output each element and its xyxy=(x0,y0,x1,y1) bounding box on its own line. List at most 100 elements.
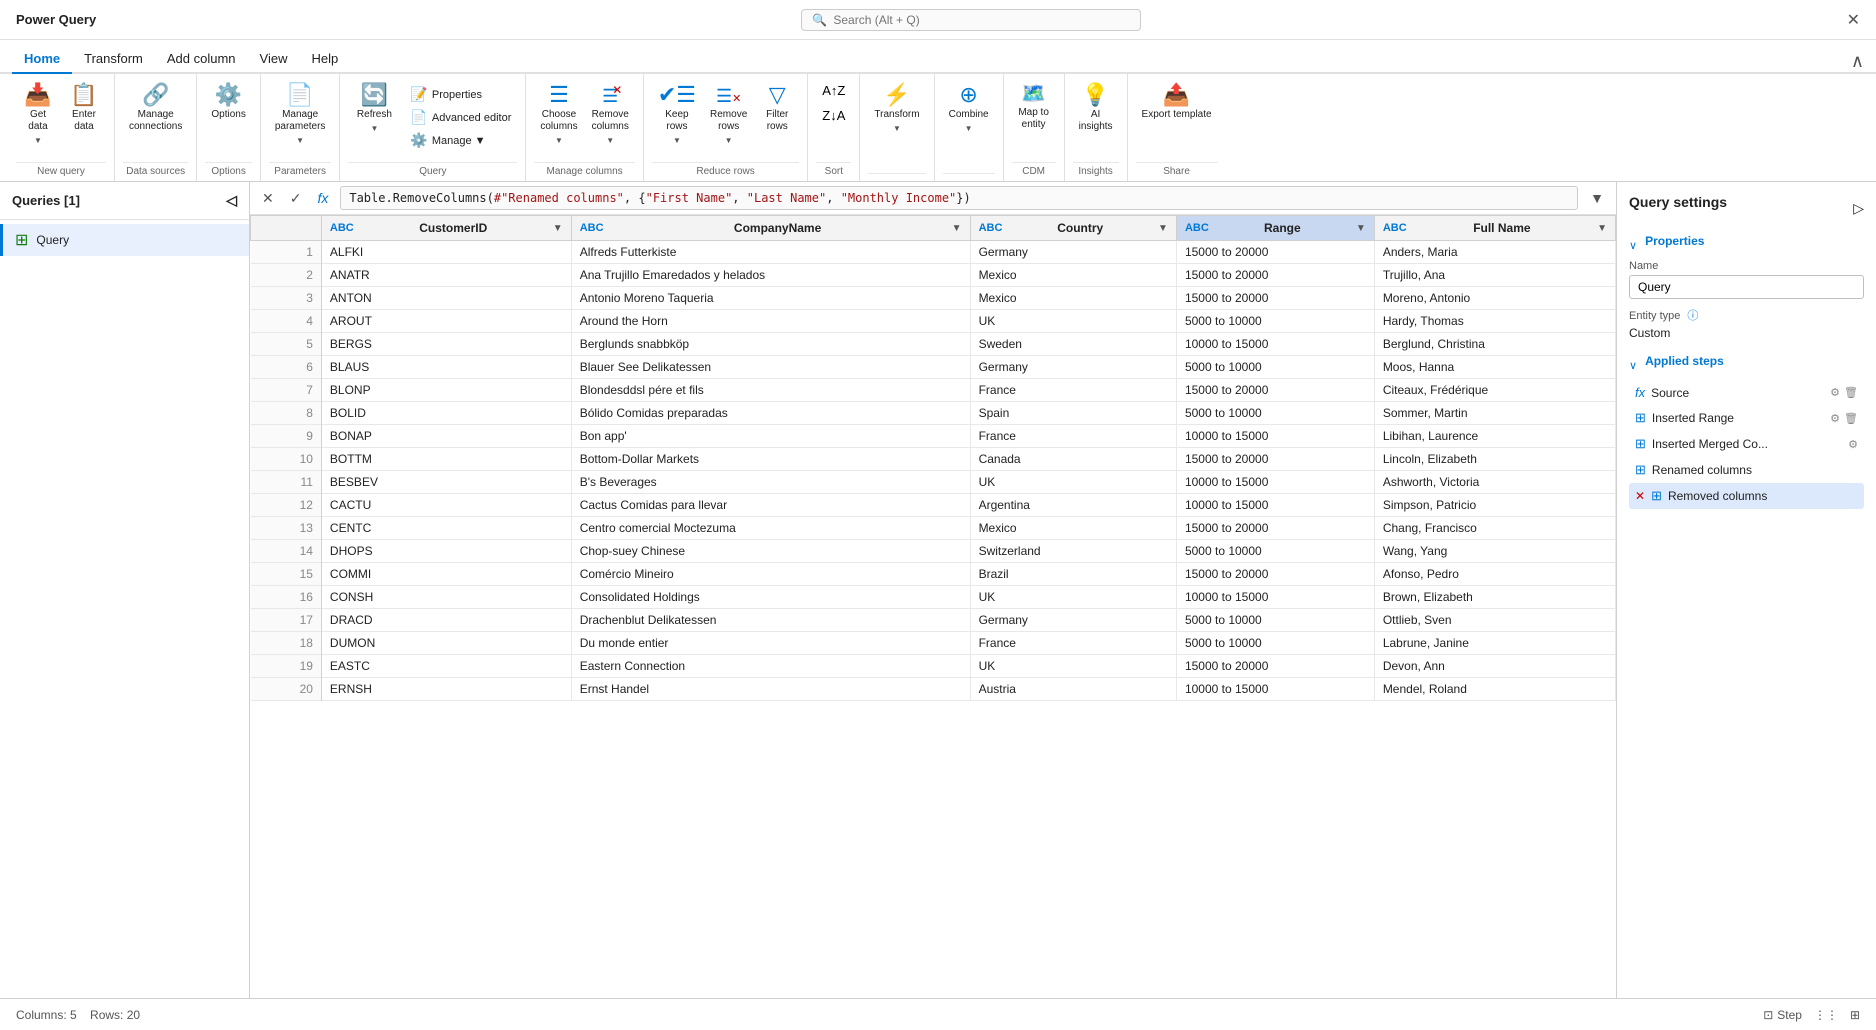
enter-data-icon: 📋 xyxy=(70,84,97,106)
ai-insights-icon: 💡 xyxy=(1082,84,1109,106)
query-item[interactable]: ⊞ Query xyxy=(0,224,249,256)
data-table: ABC CustomerID ▼ ABC CompanyName ▼ xyxy=(250,215,1616,701)
ai-insights-button[interactable]: 💡 AIinsights xyxy=(1073,80,1119,137)
properties-section: ∨ Properties Name Entity type ⓘ Custom xyxy=(1629,234,1864,340)
cell-country: UK xyxy=(970,586,1176,609)
combine-button[interactable]: ⊕ Combine ▼ xyxy=(943,80,995,137)
expand-query-settings-button[interactable]: ▷ xyxy=(1853,200,1864,217)
col-header-country[interactable]: ABC Country ▼ xyxy=(970,216,1176,241)
cell-fullname: Chang, Francisco xyxy=(1374,517,1615,540)
step-inserted-range-gear-icon[interactable]: ⚙ xyxy=(1830,412,1840,425)
cell-range: 5000 to 10000 xyxy=(1176,609,1374,632)
search-box[interactable]: 🔍 xyxy=(801,9,1141,31)
fullname-label: Full Name xyxy=(1473,221,1530,235)
step-renamed-columns[interactable]: ⊞ Renamed columns xyxy=(1629,457,1864,483)
col-header-customerid[interactable]: ABC CustomerID ▼ xyxy=(321,216,571,241)
formula-expand-button[interactable]: ▼ xyxy=(1586,188,1608,208)
choose-columns-button[interactable]: ☰ Choosecolumns ▼ xyxy=(534,80,583,149)
refresh-button[interactable]: 🔄 Refresh ▼ xyxy=(348,80,400,137)
cell-country: Mexico xyxy=(970,287,1176,310)
filter-rows-icon: ▽ xyxy=(769,84,786,106)
step-button[interactable]: ⊡ Step xyxy=(1763,1008,1802,1022)
step-inserted-range[interactable]: ⊞ Inserted Range ⚙ 🗑 xyxy=(1629,405,1864,431)
export-template-button[interactable]: 📤 Export template xyxy=(1136,80,1218,125)
remove-rows-icon: ☰✕ xyxy=(716,84,741,106)
menu-transform[interactable]: Transform xyxy=(72,45,155,74)
step-inserted-range-delete-icon[interactable]: 🗑 xyxy=(1844,412,1858,425)
ribbon-group-insights: 💡 AIinsights Insights xyxy=(1065,74,1128,181)
advanced-editor-button[interactable]: 📄 Advanced editor xyxy=(404,107,517,128)
sort-descending-button[interactable]: Z↓A xyxy=(816,105,851,126)
step-source-gear-icon[interactable]: ⚙ xyxy=(1830,386,1840,399)
cell-fullname: Wang, Yang xyxy=(1374,540,1615,563)
col-header-fullname[interactable]: ABC Full Name ▼ xyxy=(1374,216,1615,241)
menu-add-column[interactable]: Add column xyxy=(155,45,248,74)
menu-home[interactable]: Home xyxy=(12,45,72,74)
name-input[interactable] xyxy=(1629,275,1864,299)
map-to-entity-button[interactable]: 🗺️ Map toentity xyxy=(1012,80,1056,135)
cell-fullname: Brown, Elizabeth xyxy=(1374,586,1615,609)
remove-columns-button[interactable]: ☰✕ Removecolumns ▼ xyxy=(586,80,635,149)
transform-button[interactable]: ⚡ Transform ▼ xyxy=(868,80,925,137)
entity-type-info-icon[interactable]: ⓘ xyxy=(1687,310,1698,322)
cell-fullname: Hardy, Thomas xyxy=(1374,310,1615,333)
step-source[interactable]: fx Source ⚙ 🗑 xyxy=(1629,380,1864,405)
get-data-button[interactable]: 📥 Getdata ▼ xyxy=(16,80,60,149)
collapse-ribbon-button[interactable]: ∧ xyxy=(1851,51,1864,71)
close-button[interactable]: ✕ xyxy=(1847,10,1860,30)
row-num: 18 xyxy=(251,632,322,655)
fullname-filter-button[interactable]: ▼ xyxy=(1597,223,1607,234)
properties-toggle[interactable]: ∨ xyxy=(1629,239,1637,252)
ribbon-group-parameters: 📄 Manageparameters ▼ Parameters xyxy=(261,74,341,181)
manage-parameters-button[interactable]: 📄 Manageparameters ▼ xyxy=(269,80,332,149)
menu-view[interactable]: View xyxy=(248,45,300,74)
companyname-filter-button[interactable]: ▼ xyxy=(952,223,962,234)
step-inserted-merged[interactable]: ⊞ Inserted Merged Co... ⚙ xyxy=(1629,431,1864,457)
cell-customerid: BESBEV xyxy=(321,471,571,494)
col-header-range[interactable]: ABC Range ▼ xyxy=(1176,216,1374,241)
collapse-queries-button[interactable]: ◁ xyxy=(226,192,237,209)
ribbon-group-manage-columns: ☰ Choosecolumns ▼ ☰✕ Removecolumns ▼ Man… xyxy=(526,74,644,181)
cell-companyname: Antonio Moreno Taqueria xyxy=(571,287,970,310)
search-input[interactable] xyxy=(833,13,1130,27)
name-label: Name xyxy=(1629,260,1864,272)
step-removed-columns-table-icon: ⊞ xyxy=(1651,488,1662,504)
ribbon-group-label-sort: Sort xyxy=(816,162,851,181)
country-filter-button[interactable]: ▼ xyxy=(1158,223,1168,234)
step-inserted-merged-gear-icon[interactable]: ⚙ xyxy=(1848,438,1858,451)
manage-connections-button[interactable]: 🔗 Manageconnections xyxy=(123,80,188,137)
diagram-view-button[interactable]: ⋮⋮ xyxy=(1814,1008,1838,1022)
menu-help[interactable]: Help xyxy=(299,45,350,74)
range-filter-button[interactable]: ▼ xyxy=(1356,223,1366,234)
table-row: 15 COMMI Comércio Mineiro Brazil 15000 t… xyxy=(251,563,1616,586)
data-grid[interactable]: ABC CustomerID ▼ ABC CompanyName ▼ xyxy=(250,215,1616,998)
cell-companyname: Bottom-Dollar Markets xyxy=(571,448,970,471)
step-removed-columns[interactable]: ✕ ⊞ Removed columns xyxy=(1629,483,1864,509)
cell-fullname: Simpson, Patricio xyxy=(1374,494,1615,517)
properties-button[interactable]: 📝 Properties xyxy=(404,84,517,105)
step-icon: ⊡ xyxy=(1763,1008,1773,1022)
filter-rows-button[interactable]: ▽ Filterrows xyxy=(755,80,799,137)
ribbon-group-new-query: 📥 Getdata ▼ 📋 Enterdata New query xyxy=(8,74,115,181)
combine-icon: ⊕ xyxy=(959,84,977,106)
customerid-filter-button[interactable]: ▼ xyxy=(553,223,563,234)
step-source-delete-icon[interactable]: 🗑 xyxy=(1844,386,1858,399)
remove-rows-button[interactable]: ☰✕ Removerows ▼ xyxy=(704,80,753,149)
cell-country: France xyxy=(970,632,1176,655)
formula-input[interactable]: Table.RemoveColumns(#"Renamed columns", … xyxy=(340,186,1578,210)
keep-rows-button[interactable]: ✔☰ Keeprows ▼ xyxy=(652,80,702,149)
options-button[interactable]: ⚙️ Options xyxy=(205,80,251,125)
manage-button[interactable]: ⚙️ Manage ▼ xyxy=(404,130,517,151)
sort-ascending-button[interactable]: A↑Z xyxy=(816,80,851,101)
formula-confirm-button[interactable]: ✓ xyxy=(286,188,306,209)
col-header-companyname[interactable]: ABC CompanyName ▼ xyxy=(571,216,970,241)
cell-companyname: Consolidated Holdings xyxy=(571,586,970,609)
cell-companyname: Drachenblut Delikatessen xyxy=(571,609,970,632)
grid-view-button[interactable]: ⊞ xyxy=(1850,1008,1860,1022)
cell-companyname: Ana Trujillo Emaredados y helados xyxy=(571,264,970,287)
formula-cancel-button[interactable]: ✕ xyxy=(258,188,278,209)
cell-fullname: Afonso, Pedro xyxy=(1374,563,1615,586)
choose-columns-icon: ☰ xyxy=(549,84,569,106)
enter-data-button[interactable]: 📋 Enterdata xyxy=(62,80,106,137)
applied-steps-toggle[interactable]: ∨ xyxy=(1629,359,1637,372)
